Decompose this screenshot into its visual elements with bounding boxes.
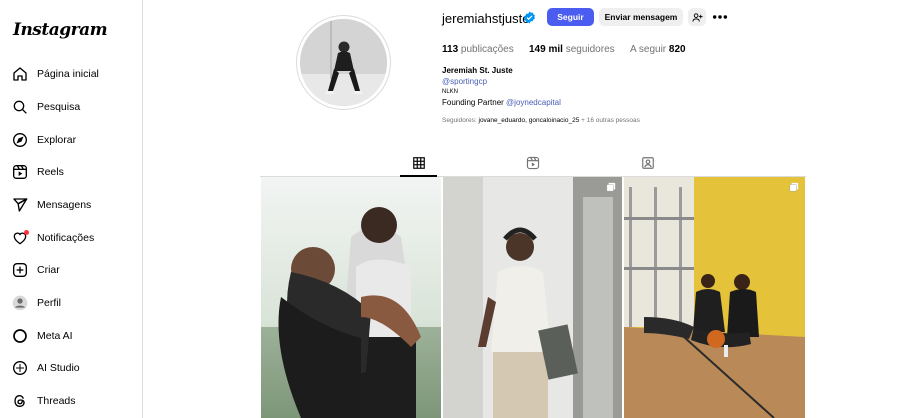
suggested-accounts-button[interactable] [688,8,706,26]
reels-icon [12,164,28,180]
follow-button[interactable]: Seguir [547,8,594,26]
sidebar-item-notifications[interactable]: Notificações [12,225,94,251]
sidebar-item-search[interactable]: Pesquisa [12,94,80,120]
add-person-icon [691,12,703,23]
meta-ai-icon [12,328,28,344]
bio-mention-link[interactable]: @joynedcapital [506,98,561,107]
sidebar-item-ai-studio[interactable]: AI Studio [12,355,80,381]
following-count[interactable]: A seguir 820 [630,44,686,55]
post-thumbnail[interactable] [443,177,622,418]
heart-icon [12,230,29,246]
followed-by[interactable]: Seguidores: jovane_eduardo, goncaloinaci… [442,117,640,124]
tab-tagged[interactable] [640,155,656,171]
post-thumbnail[interactable] [261,177,441,418]
profile-photo [300,19,387,106]
sidebar-item-label: Notificações [37,232,95,244]
sidebar-item-messages[interactable]: Mensagens [12,192,91,218]
notification-dot [24,230,29,235]
carousel-icon [606,182,616,192]
bio-line: NLKN [442,89,459,95]
sidebar-item-label: Perfil [37,297,61,309]
grid-icon [412,156,426,170]
sidebar-item-label: Criar [37,264,60,276]
mention-link[interactable]: @sportingcp [442,77,487,86]
verified-badge-icon [523,11,536,24]
tab-posts[interactable] [411,155,427,171]
send-message-button[interactable]: Enviar mensagem [599,8,683,26]
tagged-icon [641,156,655,170]
sidebar-item-label: Meta AI [37,330,73,342]
reels-tab-icon [526,156,540,170]
sidebar-item-reels[interactable]: Reels [12,159,64,185]
sidebar-item-threads[interactable]: Threads [12,388,76,414]
bio-line: Founding Partner @joynedcapital [442,98,561,107]
home-icon [12,66,28,82]
sidebar-item-label: Explorar [37,134,77,146]
sidebar-item-meta-ai[interactable]: Meta AI [12,323,73,349]
sidebar-item-label: AI Studio [37,362,80,374]
search-icon [12,99,28,115]
profile-avatar-icon [12,295,28,311]
profile-username: jeremiahstjuste [442,11,530,26]
sidebar-item-profile[interactable]: Perfil [12,290,61,316]
send-icon [12,197,28,213]
sidebar-item-label: Threads [37,395,76,407]
sidebar-item-create[interactable]: Criar [12,257,60,283]
plus-square-icon [12,262,28,278]
sidebar-item-label: Pesquisa [37,101,81,113]
tab-reels[interactable] [525,155,541,171]
sidebar: Instagram Página inicial Pesquisa Explor… [0,0,143,418]
instagram-logo[interactable]: Instagram [13,20,108,40]
sidebar-item-explore[interactable]: Explorar [12,127,76,153]
post-thumbnail[interactable] [624,177,805,418]
sidebar-item-label: Página inicial [37,68,99,80]
sidebar-item-label: Reels [37,166,64,178]
sidebar-item-home[interactable]: Página inicial [12,61,99,87]
more-options-icon[interactable] [712,8,728,26]
sidebar-item-label: Mensagens [37,199,92,211]
ai-studio-icon [12,360,28,376]
profile-full-name: Jeremiah St. Juste [442,66,513,75]
carousel-icon [789,182,799,192]
compass-icon [12,132,28,148]
followers-count[interactable]: 149 mil seguidores [529,44,615,55]
posts-count: 113 publicações [442,44,514,55]
threads-icon [12,393,28,409]
profile-avatar[interactable] [296,15,391,110]
